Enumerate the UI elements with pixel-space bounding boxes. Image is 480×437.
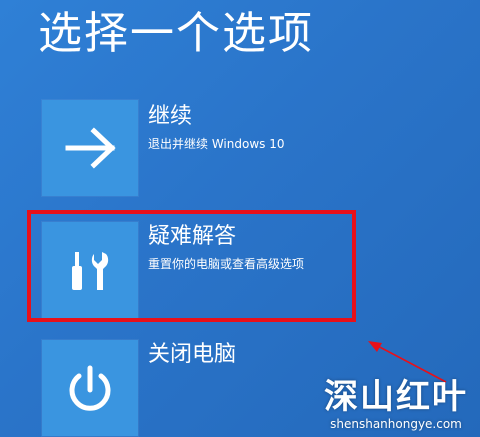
option-continue-title: 继续 (148, 104, 193, 129)
option-continue-tile[interactable] (42, 100, 138, 196)
option-continue-description: 退出并继续 Windows 10 (148, 137, 285, 151)
option-shutdown[interactable]: 关闭电脑 (42, 340, 342, 437)
option-shutdown-tile[interactable] (42, 340, 138, 436)
option-shutdown-title: 关闭电脑 (148, 342, 237, 367)
option-continue[interactable]: 继续 退出并继续 Windows 10 (42, 100, 342, 196)
page-title: 选择一个选项 (38, 8, 314, 59)
power-icon (69, 365, 111, 411)
arrow-right-icon (65, 127, 116, 169)
watermark-url: shenshanhongye.com (330, 417, 462, 431)
annotation-highlight-box (27, 210, 356, 322)
watermark-title: 深山红叶 (324, 377, 468, 417)
watermark: 深山红叶 shenshanhongye.com (324, 377, 468, 431)
